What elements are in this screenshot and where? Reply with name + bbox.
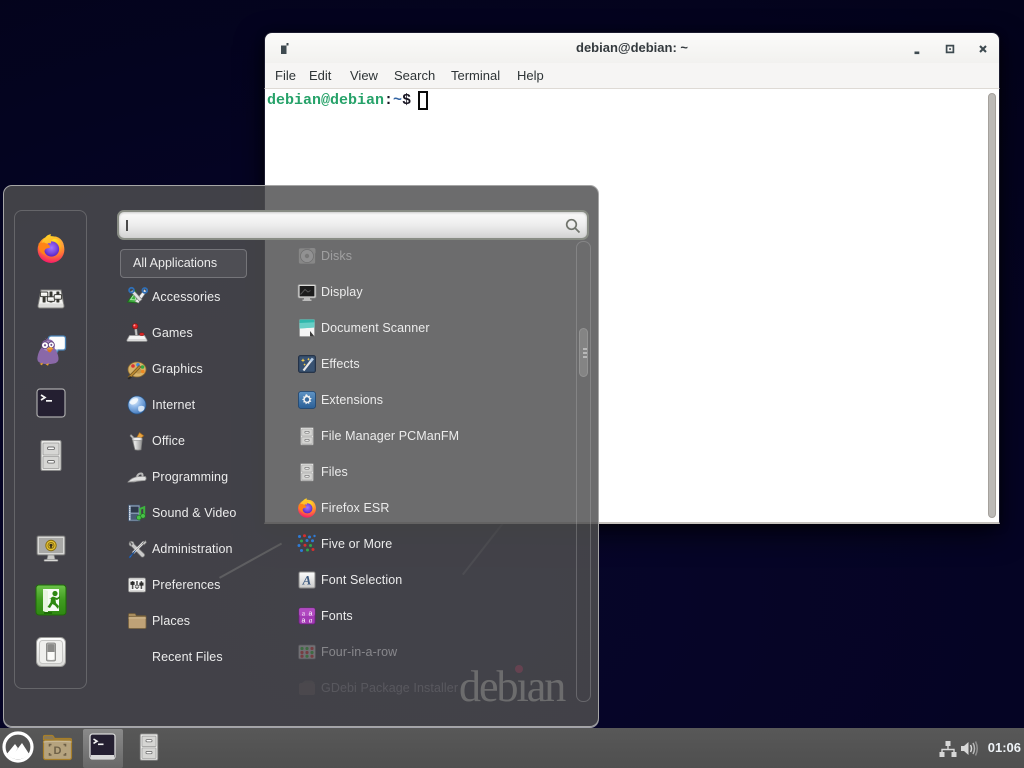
svg-text:a: a (302, 618, 306, 625)
svg-text:A: A (302, 573, 312, 588)
svg-text:a: a (309, 617, 313, 625)
svg-text:D: D (54, 745, 62, 757)
